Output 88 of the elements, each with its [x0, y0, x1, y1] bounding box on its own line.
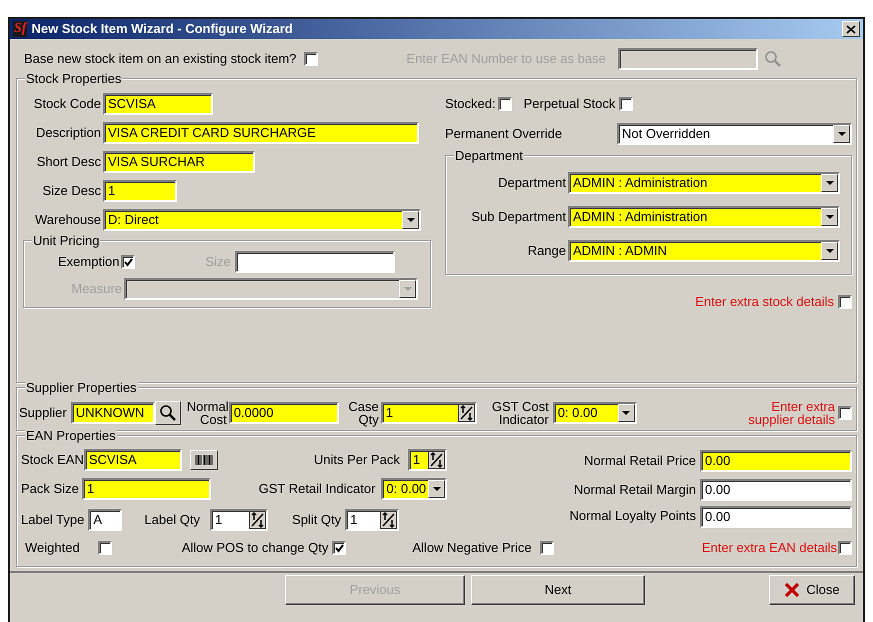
- checkbox[interactable]: [838, 540, 852, 554]
- text-field[interactable]: SCVISA: [84, 449, 182, 471]
- close-icon: [784, 582, 800, 598]
- field-label: Department: [497, 174, 567, 192]
- spin-field[interactable]: 1: [345, 509, 400, 531]
- group-title: Stock Properties: [25, 71, 122, 86]
- text-field[interactable]: [234, 251, 395, 273]
- barcode-button[interactable]: [190, 450, 218, 470]
- spin-icon[interactable]: [428, 451, 445, 469]
- text-field[interactable]: A: [88, 509, 122, 531]
- field-label: Enter extra EAN details: [702, 538, 837, 557]
- field-label: Permanent Override: [445, 125, 564, 144]
- checkbox[interactable]: [838, 294, 852, 308]
- app-logo: Sf: [13, 21, 28, 37]
- spin-icon[interactable]: [249, 511, 266, 529]
- barcode-icon: [194, 454, 214, 466]
- text-field[interactable]: 0.00: [700, 450, 852, 472]
- checkbox[interactable]: [498, 97, 512, 111]
- spin-field[interactable]: 1: [210, 509, 268, 531]
- field-label: Pack Size: [21, 480, 80, 498]
- group-title: Supplier Properties: [25, 380, 138, 395]
- field-label: Supplier: [19, 404, 67, 422]
- field-label: Normal Retail Price: [584, 452, 696, 470]
- field-label: GST Retail Indicator: [258, 480, 376, 498]
- dropdown[interactable]: ADMIN : Administration: [568, 172, 840, 194]
- text-field[interactable]: SCVISA: [103, 92, 213, 114]
- checkbox[interactable]: [540, 541, 554, 555]
- text-field[interactable]: 1: [103, 180, 177, 202]
- field-label: Case Qty: [347, 400, 379, 426]
- checkbox[interactable]: [121, 255, 136, 269]
- text-field[interactable]: VISA CREDIT CARD SURCHARGE: [103, 122, 419, 144]
- text-field[interactable]: 0.00: [700, 506, 852, 528]
- checkbox[interactable]: [619, 97, 634, 111]
- field-label: Warehouse: [34, 210, 102, 229]
- dropdown[interactable]: D: Direct: [103, 208, 421, 230]
- field-label: Stock EAN: [21, 451, 84, 470]
- group-title: EAN Properties: [25, 428, 117, 443]
- dropdown[interactable]: ADMIN : Administration: [568, 206, 840, 228]
- field-label: Normal Cost: [186, 400, 227, 426]
- field-label: Enter extra supplier details: [747, 400, 835, 426]
- field-label: Perpetual Stock: [524, 95, 616, 114]
- spin-field[interactable]: 1: [408, 449, 447, 471]
- nav-button[interactable]: Next: [471, 575, 645, 605]
- close-button[interactable]: Close: [769, 575, 855, 605]
- dropdown[interactable]: ADMIN : ADMIN: [568, 240, 840, 262]
- dropdown[interactable]: Not Overridden: [617, 123, 852, 145]
- field-label: Base new stock item on an existing stock item?: [24, 50, 296, 68]
- checkbox[interactable]: [98, 541, 112, 555]
- field-label: Stocked:: [445, 95, 496, 114]
- field-label: Range: [526, 242, 567, 260]
- field-label: Normal Loyalty Points: [570, 507, 696, 525]
- field-label: Description: [34, 124, 102, 142]
- field-label: Size Desc: [41, 182, 102, 200]
- close-button[interactable]: [842, 21, 860, 37]
- checkbox[interactable]: [838, 406, 852, 420]
- field-label: Normal Retail Margin: [574, 480, 696, 499]
- field-label: Exemption: [58, 253, 120, 272]
- text-field[interactable]: 0.0000: [228, 402, 339, 424]
- group-title: Department: [454, 148, 524, 163]
- text-field[interactable]: 0.00: [700, 478, 852, 500]
- window-title: New Stock Item Wizard - Configure Wizard: [31, 20, 294, 38]
- text-field[interactable]: VISA SURCHAR: [103, 150, 255, 172]
- field-label: Sub Department: [470, 208, 567, 226]
- search-icon: [158, 404, 177, 422]
- spin-icon[interactable]: [380, 511, 398, 529]
- search-icon: [764, 50, 782, 68]
- group-title: Unit Pricing: [32, 233, 100, 248]
- field-label: Label Type: [21, 511, 84, 530]
- text-field[interactable]: UNKNOWN: [70, 402, 155, 424]
- spin-icon[interactable]: [458, 404, 475, 422]
- field-label: Enter extra stock details: [695, 292, 834, 311]
- field-label: GST Cost Indicator: [490, 400, 549, 426]
- field-label: Allow Negative Price: [412, 539, 532, 558]
- field-label: Short Desc: [36, 152, 102, 171]
- checkbox[interactable]: [304, 52, 318, 66]
- text-field[interactable]: 1: [82, 478, 211, 500]
- spin-field[interactable]: 1: [380, 402, 477, 424]
- checkbox[interactable]: [332, 541, 346, 555]
- field-label: Split Qty: [292, 511, 342, 530]
- field-label: Stock Code: [32, 94, 102, 113]
- field-label: Allow POS to change Qty: [182, 539, 328, 558]
- dropdown[interactable]: 0: 0.00: [381, 478, 447, 500]
- field-label: Label Qty: [144, 511, 200, 530]
- search-button[interactable]: [154, 401, 181, 425]
- field-label: Weighted: [25, 539, 80, 558]
- dropdown[interactable]: 0: 0.00: [552, 402, 637, 424]
- field-label: Units Per Pack: [314, 451, 400, 470]
- close-icon: [846, 24, 856, 34]
